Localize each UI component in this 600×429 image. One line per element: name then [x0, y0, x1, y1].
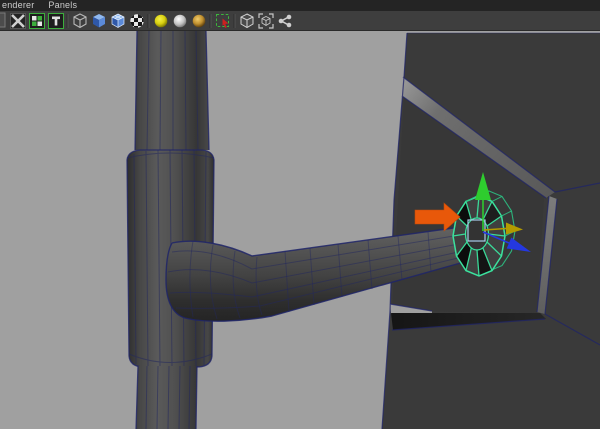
toolbar-separator: [66, 13, 69, 28]
xray-active-components-icon[interactable]: [257, 12, 274, 29]
toolbar-separator: [147, 13, 150, 28]
gate-mask-icon[interactable]: [9, 12, 26, 29]
vertical-pipe[interactable]: [126, 31, 215, 429]
plugin-objects-icon[interactable]: [276, 12, 293, 29]
cropped-icon[interactable]: [0, 12, 7, 29]
field-chart-icon[interactable]: [28, 12, 45, 29]
safe-title-icon[interactable]: [47, 12, 64, 29]
menu-panels[interactable]: Panels: [48, 0, 77, 11]
lights-icon[interactable]: [152, 12, 169, 29]
xray-icon[interactable]: [238, 12, 255, 29]
wireframe-on-shaded-icon[interactable]: [109, 12, 126, 29]
shadows-icon[interactable]: [171, 12, 188, 29]
textured-mode-icon[interactable]: [128, 12, 145, 29]
viewport-3d[interactable]: [0, 31, 600, 429]
panel-toolbar: [0, 11, 600, 31]
toolbar-separator: [233, 13, 236, 28]
smooth-shade-icon[interactable]: [90, 12, 107, 29]
toolbar-separator: [209, 13, 212, 28]
wireframe-mode-icon[interactable]: [71, 12, 88, 29]
ambient-occlusion-icon[interactable]: [190, 12, 207, 29]
panel-menubar: enderer Panels: [0, 0, 600, 11]
menu-renderer[interactable]: enderer: [2, 0, 34, 11]
isolate-select-icon[interactable]: [214, 12, 231, 29]
maya-viewport-window: enderer Panels: [0, 0, 600, 429]
